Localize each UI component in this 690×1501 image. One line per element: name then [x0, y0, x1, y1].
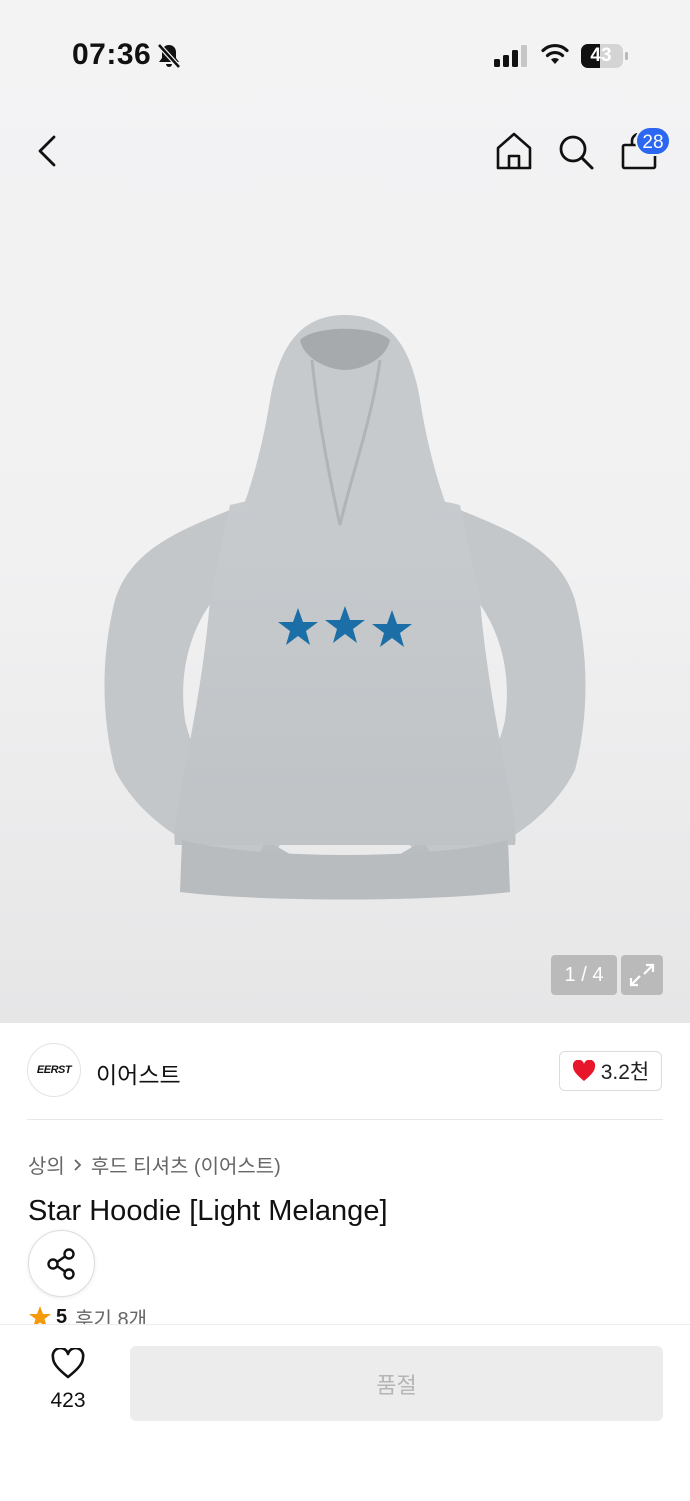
status-time: 07:36	[72, 38, 152, 71]
soldout-button[interactable]: 품절	[130, 1346, 663, 1421]
share-button[interactable]	[28, 1230, 95, 1297]
breadcrumb-subcategory[interactable]: 후드 티셔츠 (이어스트)	[91, 1150, 281, 1179]
section-divider	[27, 1119, 663, 1120]
bell-off-icon	[157, 43, 181, 69]
back-chevron-icon[interactable]	[34, 134, 62, 168]
product-image-hoodie[interactable]	[90, 300, 600, 910]
chevron-right-icon	[74, 1158, 82, 1171]
image-pager: 1 / 4	[551, 955, 617, 995]
breadcrumb-category[interactable]: 상의	[28, 1150, 65, 1179]
home-icon[interactable]	[495, 131, 533, 171]
expand-icon	[629, 963, 655, 987]
heart-filled-icon	[572, 1060, 595, 1081]
brand-like-button[interactable]: 3.2천	[559, 1051, 662, 1091]
product-title: Star Hoodie [Light Melange]	[28, 1195, 388, 1227]
expand-image-button[interactable]	[621, 955, 663, 995]
brand-logo-text: EERST	[36, 1064, 72, 1076]
brand-name[interactable]: 이어스트	[96, 1056, 181, 1090]
breadcrumb: 상의 후드 티셔츠 (이어스트)	[28, 1150, 281, 1179]
brand-logo[interactable]: EERST	[27, 1043, 81, 1097]
cart-count-badge: 28	[635, 126, 671, 156]
heart-outline-icon[interactable]	[50, 1348, 86, 1380]
cellular-signal-icon	[494, 45, 527, 67]
share-icon	[46, 1247, 75, 1280]
battery-level: 43	[590, 45, 612, 66]
brand-like-count: 3.2천	[600, 1061, 650, 1084]
wifi-icon	[541, 43, 569, 64]
search-icon[interactable]	[557, 133, 595, 171]
wish-count: 423	[50, 1389, 86, 1412]
